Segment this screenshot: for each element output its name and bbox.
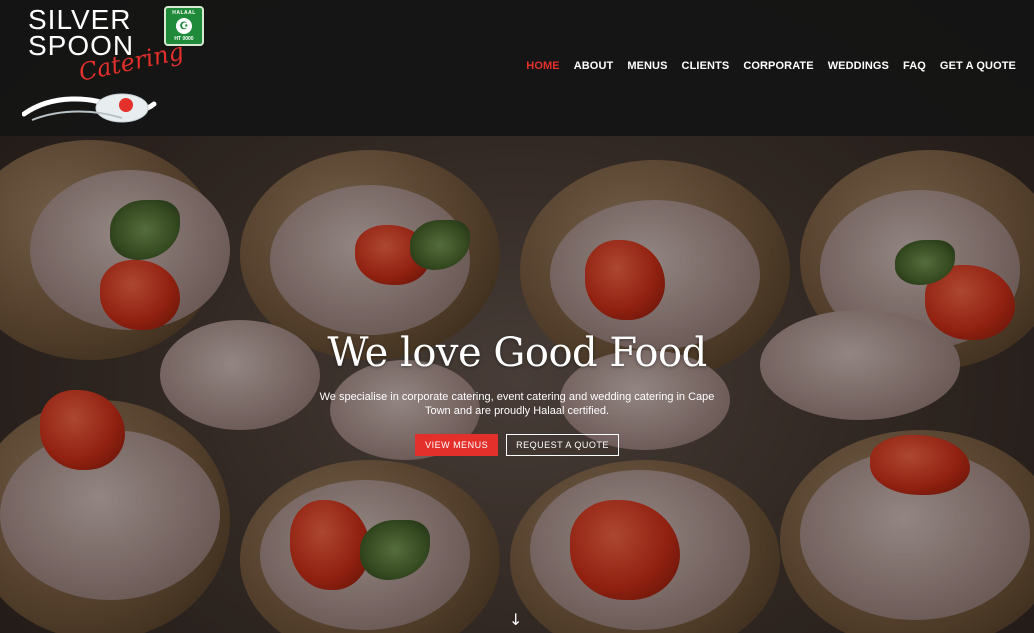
nav-item-get-a-quote[interactable]: GET A QUOTE: [940, 60, 1016, 72]
nav-item-faq[interactable]: FAQ: [903, 60, 926, 72]
hero-content: We love Good Food We specialise in corpo…: [0, 330, 1034, 456]
site-header: SILVER SPOON Catering HALAAL ☪ HT 0000 H…: [0, 0, 1034, 136]
spoon-icon: [22, 93, 157, 123]
nav-item-menus[interactable]: MENUS: [627, 60, 667, 72]
main-nav: HOME ABOUT MENUS CLIENTS CORPORATE WEDDI…: [512, 60, 1016, 72]
nav-item-weddings[interactable]: WEDDINGS: [828, 60, 889, 72]
nav-item-about[interactable]: ABOUT: [574, 60, 614, 72]
nav-item-home[interactable]: HOME: [526, 60, 559, 72]
halaal-label: HALAAL: [172, 10, 196, 16]
crescent-icon: ☪: [176, 18, 192, 34]
nav-item-corporate[interactable]: CORPORATE: [743, 60, 813, 72]
view-menus-button[interactable]: VIEW MENUS: [415, 434, 499, 456]
hero-title: We love Good Food: [327, 330, 707, 376]
nav-item-clients[interactable]: CLIENTS: [682, 60, 730, 72]
hero-actions: VIEW MENUS REQUEST A QUOTE: [0, 434, 1034, 456]
site-logo[interactable]: SILVER SPOON Catering: [22, 4, 186, 130]
halaal-code: HT 0000: [174, 36, 194, 42]
arrow-down-icon[interactable]: ↓: [509, 610, 522, 629]
halaal-badge-icon: HALAAL ☪ HT 0000: [164, 6, 204, 46]
request-quote-button[interactable]: REQUEST A QUOTE: [506, 434, 619, 456]
hero-subtitle: We specialise in corporate catering, eve…: [319, 391, 715, 417]
